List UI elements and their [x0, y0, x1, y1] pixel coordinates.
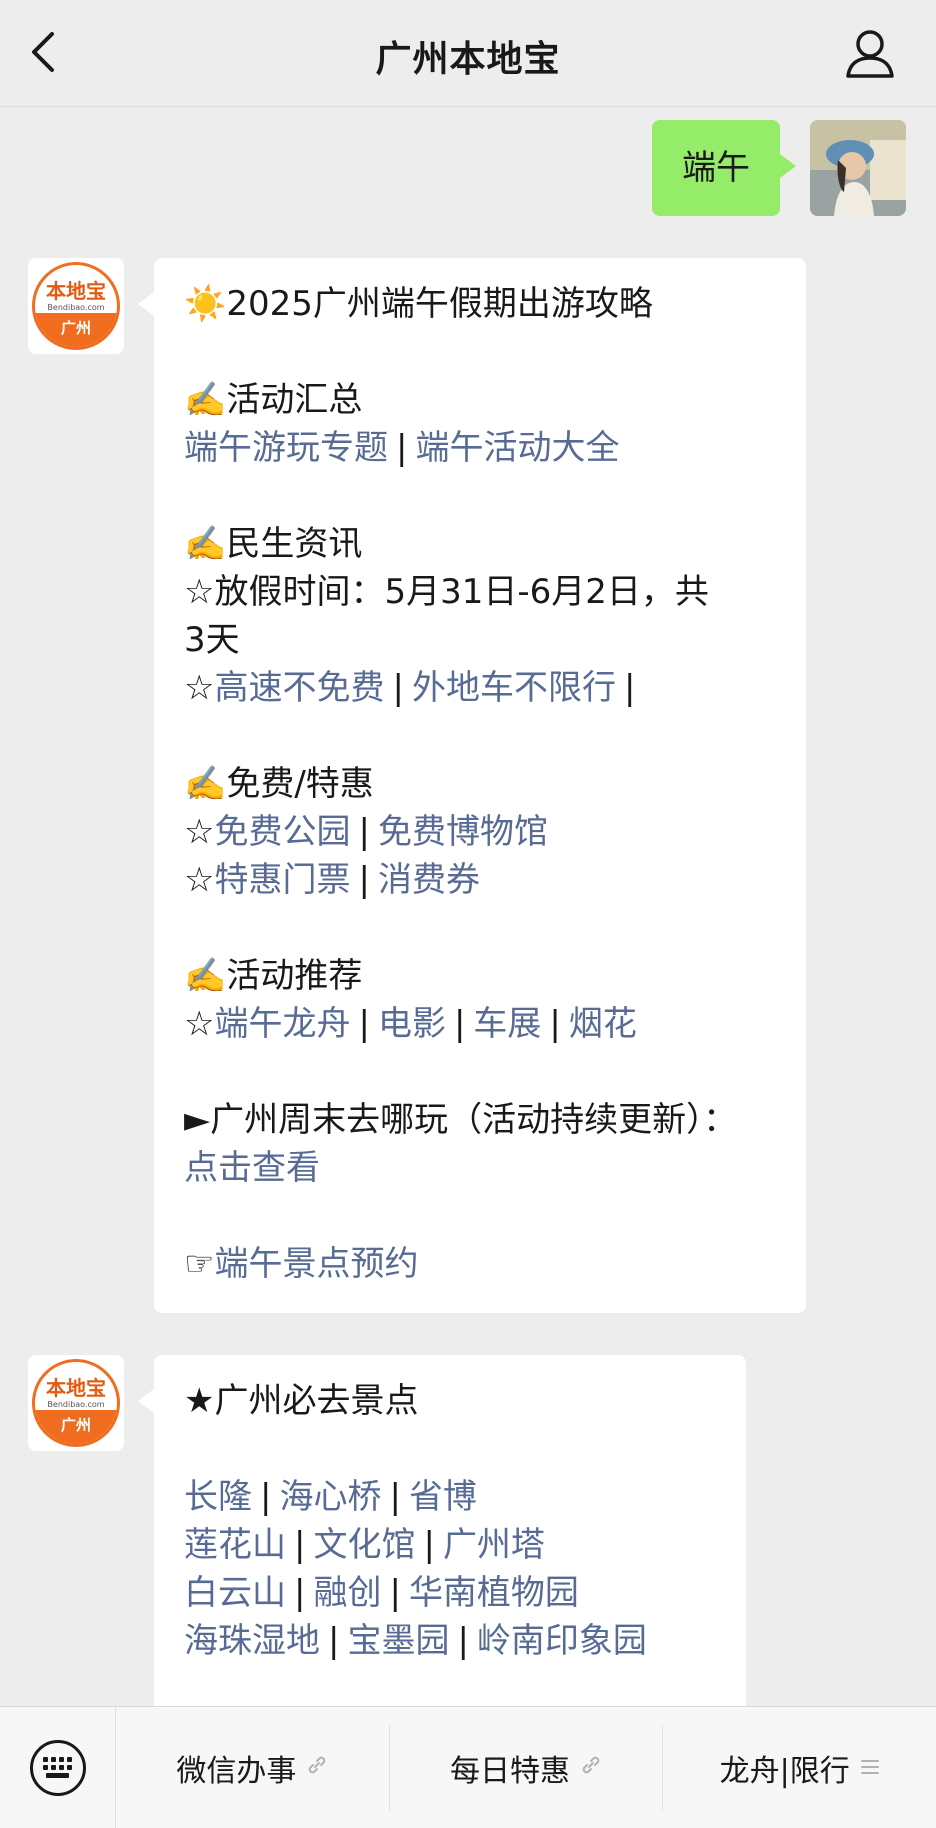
- logo-text-bottom: 广州: [35, 313, 117, 347]
- attractions-row: 海珠湿地 | 宝墨园 | 岭南印象园: [184, 1621, 647, 1661]
- holiday-time-line1: ☆放假时间：5月31日-6月2日，共: [184, 572, 709, 612]
- link-chimelong[interactable]: 长隆: [184, 1477, 252, 1517]
- link-haixin-bridge[interactable]: 海心桥: [279, 1477, 381, 1517]
- free-links-row2: ☆特惠门票 | 消费券: [184, 860, 480, 900]
- link-dragon-boat[interactable]: 端午龙舟: [214, 1004, 350, 1044]
- logo-text-middle: Bendibao.com: [47, 1400, 105, 1409]
- page-title: 广州本地宝: [375, 39, 561, 80]
- link-botanical-garden[interactable]: 华南植物园: [409, 1573, 579, 1613]
- star-bullet: ☆: [184, 812, 215, 852]
- link-provincial-museum[interactable]: 省博: [409, 1477, 477, 1517]
- pointing-hand-icon: ☞: [184, 1244, 215, 1284]
- message-title: ☀️2025广州端午假期出游攻略: [184, 284, 653, 324]
- section-heading-livelihood: ✍️民生资讯: [184, 524, 363, 564]
- booking-line: ☞端午景点预约: [184, 1240, 776, 1288]
- link-discount-tickets[interactable]: 特惠门票: [214, 860, 350, 900]
- link-free-parks[interactable]: 免费公园: [214, 812, 350, 852]
- weekend-text: ►广州周末去哪玩（活动持续更新）：: [184, 1100, 738, 1140]
- link-free-museums[interactable]: 免费博物馆: [378, 812, 548, 852]
- section-heading-recommend: ✍️活动推荐: [184, 956, 363, 996]
- link-vouchers[interactable]: 消费券: [378, 860, 480, 900]
- holiday-time-line2: 3天: [184, 620, 240, 660]
- keyboard-toggle-button[interactable]: [0, 1706, 116, 1828]
- menu-dragon-boat-restriction[interactable]: 龙舟|限行: [663, 1725, 936, 1811]
- section-heading-activities: ✍️活动汇总: [184, 380, 363, 420]
- star-bullet: ☆: [184, 668, 215, 708]
- bot-message-attractions: ★广州必去景点 长隆 | 海心桥 | 省博 莲花山 | 文化馆 | 广州塔 白云山 | 融创 | 华南植…: [138, 1355, 746, 1735]
- logo-text-top: 本地宝: [46, 279, 106, 303]
- link-haizhu-wetland[interactable]: 海珠湿地: [184, 1621, 320, 1661]
- bot-avatar[interactable]: 本地宝 Bendibao.com 广州: [28, 1355, 124, 1451]
- link-activities-list[interactable]: 端午活动大全: [415, 428, 619, 468]
- menu-wechat-services[interactable]: 微信办事: [116, 1724, 390, 1811]
- logo-text-bottom: 广州: [35, 1410, 117, 1444]
- link-highway-not-free[interactable]: 高速不免费: [214, 668, 384, 708]
- star-bullet: ☆: [184, 1004, 215, 1044]
- link-click-view[interactable]: 点击查看: [184, 1148, 320, 1188]
- link-baomo-garden[interactable]: 宝墨园: [347, 1621, 449, 1661]
- link-dragon-boat-topic[interactable]: 端午游玩专题: [184, 428, 388, 468]
- link-car-show[interactable]: 车展: [473, 1004, 541, 1044]
- link-icon: [580, 1754, 602, 1782]
- link-baiyun-mountain[interactable]: 白云山: [184, 1573, 286, 1613]
- link-no-restriction[interactable]: 外地车不限行: [412, 668, 616, 708]
- link-sunac[interactable]: 融创: [313, 1573, 381, 1613]
- link-canton-tower[interactable]: 广州塔: [443, 1525, 545, 1565]
- menu-label: 龙舟|限行: [719, 1753, 850, 1789]
- section-heading-free: ✍️免费/特惠: [184, 764, 374, 804]
- recommend-links: ☆端午龙舟 | 电影 | 车展 | 烟花: [184, 1004, 637, 1044]
- free-links-row1: ☆免费公园 | 免费博物馆: [184, 812, 548, 852]
- attractions-row: 长隆 | 海心桥 | 省博: [184, 1477, 477, 1517]
- top-bar: 广州本地宝: [0, 0, 936, 107]
- user-message: 端午: [652, 120, 906, 216]
- bot-avatar[interactable]: 本地宝 Bendibao.com 广州: [28, 258, 124, 354]
- link-culture-center[interactable]: 文化馆: [313, 1525, 415, 1565]
- attractions-row: 白云山 | 融创 | 华南植物园: [184, 1573, 579, 1613]
- menu-label: 微信办事: [176, 1753, 297, 1789]
- user-message-bubble[interactable]: 端午: [652, 120, 796, 216]
- menu-label: 每日特惠: [450, 1753, 570, 1789]
- menu-daily-deals[interactable]: 每日特惠: [390, 1724, 664, 1811]
- link-fireworks[interactable]: 烟花: [569, 1004, 637, 1044]
- bottom-menu-bar: 微信办事 每日特惠 龙舟|限行: [0, 1706, 936, 1828]
- link-icon: [306, 1754, 328, 1782]
- person-icon: [846, 30, 894, 78]
- link-lingnan-impression[interactable]: 岭南印象园: [477, 1621, 647, 1661]
- bot-message-guide: ☀️2025广州端午假期出游攻略 ✍️活动汇总 端午游玩专题 | 端午活动大全 ✍️…: [138, 258, 806, 1313]
- logo-text-top: 本地宝: [46, 1376, 106, 1400]
- activities-links: 端午游玩专题 | 端午活动大全: [184, 428, 620, 468]
- user-avatar-image: [810, 120, 906, 216]
- link-movies[interactable]: 电影: [378, 1004, 446, 1044]
- link-lianhua-mountain[interactable]: 莲花山: [184, 1525, 286, 1565]
- bendibao-logo: 本地宝 Bendibao.com 广州: [32, 262, 120, 350]
- bendibao-logo: 本地宝 Bendibao.com 广州: [32, 1359, 120, 1447]
- user-avatar[interactable]: [810, 120, 906, 216]
- logo-text-middle: Bendibao.com: [47, 303, 105, 312]
- link-scenic-booking[interactable]: 端午景点预约: [214, 1244, 418, 1284]
- profile-button[interactable]: [842, 26, 898, 82]
- message-title: ★广州必去景点: [184, 1381, 419, 1421]
- keyboard-icon: [29, 1739, 86, 1796]
- submenu-icon: [860, 1754, 880, 1782]
- star-bullet: ☆: [184, 860, 215, 900]
- traffic-links: ☆高速不免费 | 外地车不限行 |: [184, 668, 636, 708]
- attractions-row: 莲花山 | 文化馆 | 广州塔: [184, 1525, 545, 1565]
